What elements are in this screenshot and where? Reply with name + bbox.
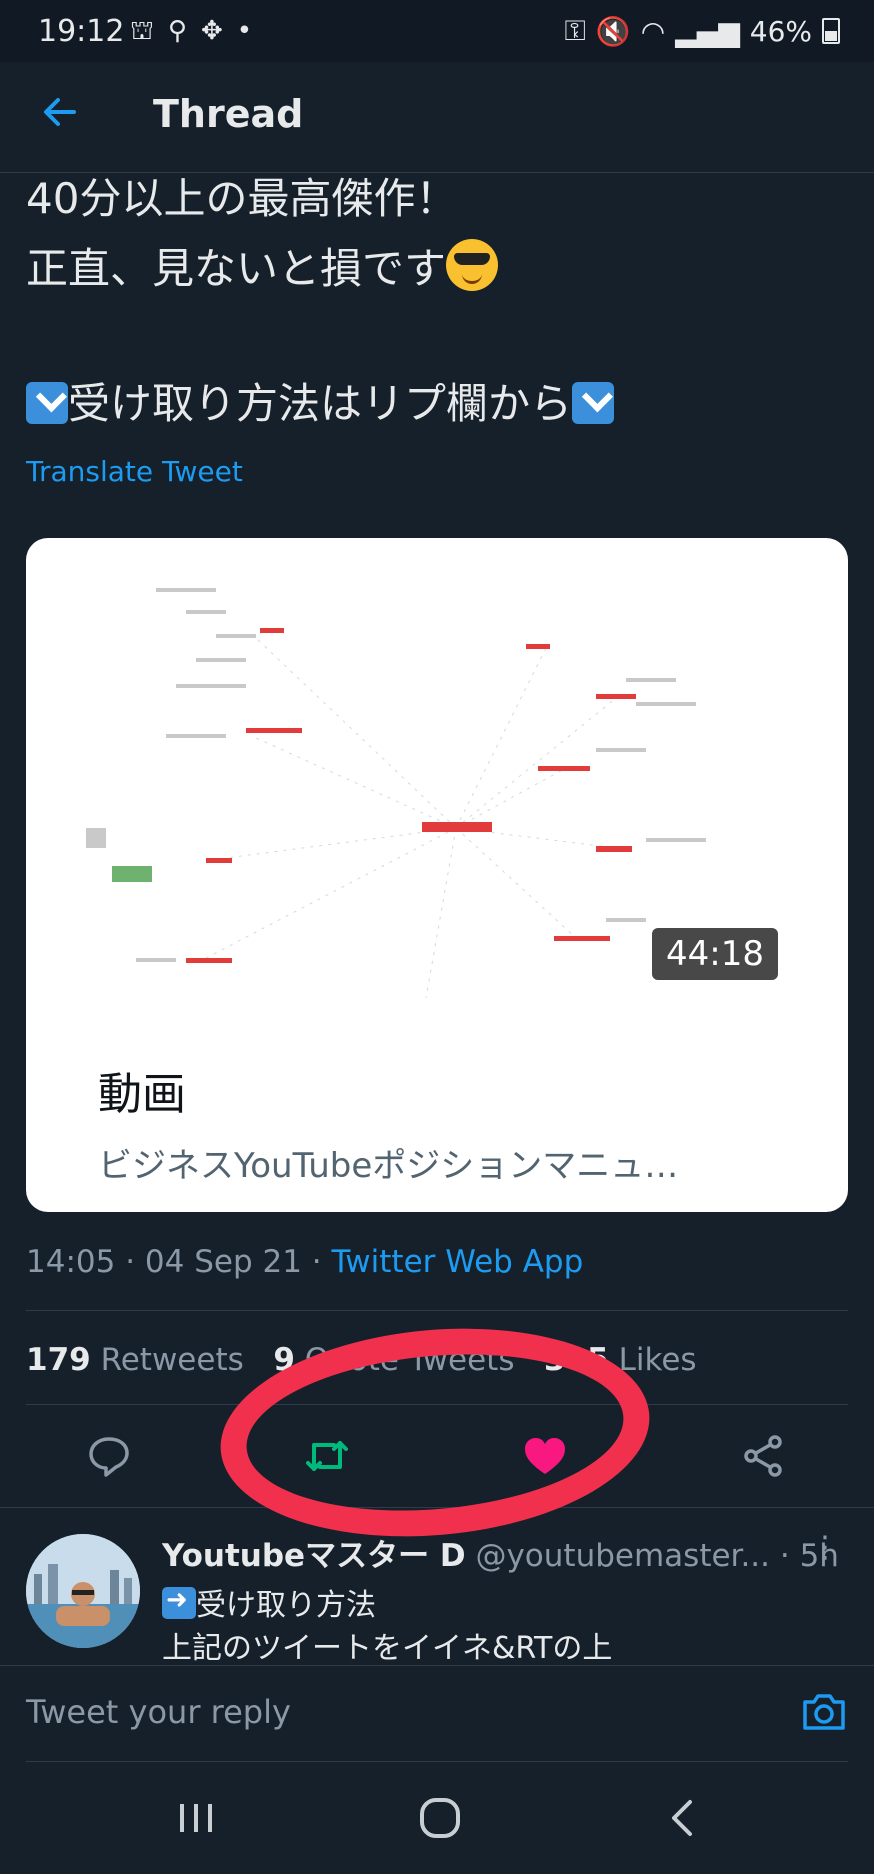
battery-level: 46% bbox=[749, 14, 812, 48]
reply-input[interactable]: Tweet your reply bbox=[26, 1693, 291, 1731]
right-arrow-emoji-icon bbox=[162, 1585, 196, 1619]
tweet-source-link[interactable]: Twitter Web App bbox=[332, 1244, 584, 1280]
quote-tweets-stat[interactable]: 9 Quote Tweets bbox=[273, 1342, 514, 1378]
reply-author[interactable]: Youtubeマスター D @youtubemaster... · 5h bbox=[162, 1530, 839, 1575]
video-duration-badge: 44:18 bbox=[652, 928, 778, 980]
divider bbox=[26, 1310, 848, 1311]
status-time: 19:12 bbox=[38, 14, 125, 49]
down-arrow-emoji-icon bbox=[26, 382, 68, 424]
avatar-image bbox=[26, 1534, 140, 1648]
card-subtitle: ビジネスYouTubeポジションマニュ… bbox=[98, 1146, 679, 1186]
status-icons-right: ⚿ 🔇 ◠ ▂▄▆ 46% bbox=[565, 14, 840, 48]
thread-header: Thread bbox=[0, 62, 874, 173]
tweet-text-line-3: 受け取り方法はリプ欄から bbox=[26, 370, 615, 431]
reply-icon[interactable] bbox=[86, 1433, 132, 1479]
video-card[interactable]: 44:18 動画 ビジネスYouTubeポジションマニュ… bbox=[26, 538, 848, 1212]
wifi-icon: ◠ bbox=[640, 14, 666, 48]
down-arrow-emoji-icon bbox=[572, 382, 615, 424]
more-options-icon[interactable]: ⋮ bbox=[810, 1530, 840, 1565]
retweets-stat[interactable]: 179 Retweets bbox=[26, 1342, 244, 1378]
tweet-text-line-1: 40分以上の最高傑作！ bbox=[26, 174, 458, 223]
recents-icon[interactable] bbox=[166, 1788, 226, 1848]
mute-icon: 🔇 bbox=[595, 14, 631, 48]
camera-icon[interactable] bbox=[800, 1688, 848, 1736]
tweet-stats: 179 Retweets 9 Quote Tweets 305 Likes bbox=[26, 1342, 697, 1378]
card-title: 動画 bbox=[98, 1069, 186, 1120]
reply-compose-bar: Tweet your reply bbox=[0, 1665, 874, 1763]
status-bar: 19:12 ⛫ ⚲ ✥ • ⚿ 🔇 ◠ ▂▄▆ 46% bbox=[0, 0, 874, 62]
status-icons-left: ⛫ ⚲ ✥ • bbox=[130, 16, 252, 50]
tweet-action-bar bbox=[0, 1405, 874, 1505]
reply-text-line-2: 上記のツイートをイイネ&RTの上 bbox=[162, 1631, 613, 1666]
wifi-lock-icon: ⛫ bbox=[130, 16, 154, 46]
slack-icon: ✥ bbox=[200, 16, 223, 46]
tweet-text-line-2: 正直、見ないと損です bbox=[26, 235, 499, 296]
reply-handle: @youtubemaster... bbox=[465, 1538, 771, 1574]
signal-icon: ▂▄▆ bbox=[675, 14, 740, 48]
home-icon[interactable] bbox=[410, 1788, 470, 1848]
tweet-timestamp: 14:05 · 04 Sep 21 · Twitter Web App bbox=[26, 1244, 584, 1280]
retweet-icon[interactable] bbox=[304, 1433, 350, 1479]
like-heart-icon[interactable] bbox=[522, 1433, 568, 1479]
page-title: Thread bbox=[153, 92, 304, 136]
share-icon[interactable] bbox=[740, 1433, 786, 1479]
system-nav-bar bbox=[0, 1762, 874, 1874]
reply-tweet[interactable]: Youtubeマスター D @youtubemaster... · 5h ⋮ 受… bbox=[0, 1508, 874, 1666]
location-icon: ⚲ bbox=[167, 16, 187, 46]
reply-text-line-1: 受け取り方法 bbox=[162, 1580, 376, 1624]
back-nav-icon[interactable] bbox=[654, 1788, 714, 1848]
likes-stat[interactable]: 305 Likes bbox=[544, 1342, 697, 1378]
battery-icon bbox=[822, 18, 840, 44]
key-icon: ⚿ bbox=[564, 14, 586, 47]
dot-icon: • bbox=[236, 16, 253, 46]
sunglasses-emoji-icon bbox=[446, 239, 499, 291]
translate-tweet-link[interactable]: Translate Tweet bbox=[26, 455, 243, 488]
back-arrow-icon[interactable] bbox=[40, 92, 80, 132]
avatar[interactable] bbox=[26, 1534, 140, 1648]
